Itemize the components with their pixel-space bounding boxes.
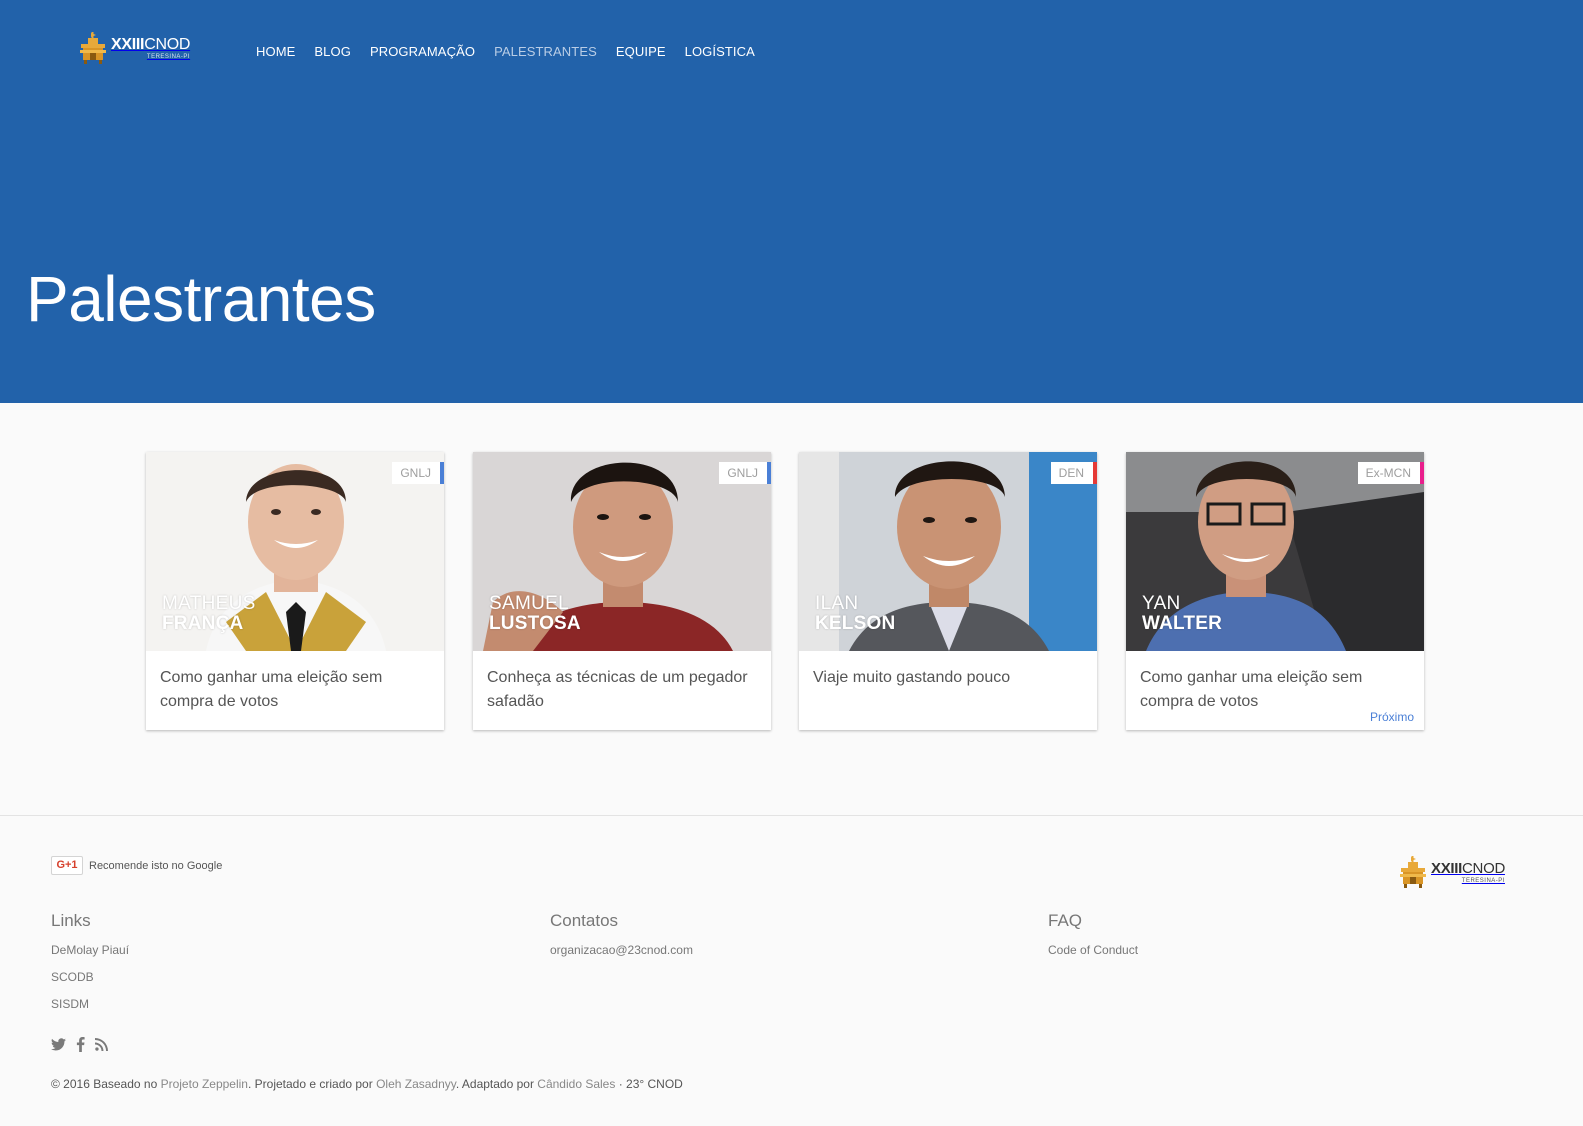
speaker-name: YAN WALTER — [1142, 593, 1223, 634]
twitter-icon[interactable] — [51, 1038, 66, 1051]
footer-column-title: FAQ — [1048, 911, 1083, 930]
link-candido-sales[interactable]: Cândido Sales — [537, 1077, 615, 1091]
speaker-talk: Como ganhar uma eleição sem compra de vo… — [1140, 669, 1363, 710]
link-projeto-zeppelin[interactable]: Projeto Zeppelin — [161, 1077, 248, 1091]
footer-link-code-of-conduct[interactable]: Code of Conduct — [1048, 943, 1138, 957]
footer-logo[interactable]: XXIIICNOD TERESINA-PI — [1398, 854, 1505, 890]
footer-link-demolay[interactable]: DeMolay Piauí — [51, 943, 129, 957]
footer-link-email[interactable]: organizacao@23cnod.com — [550, 943, 693, 957]
speaker-name: SAMUEL LUSTOSA — [489, 593, 581, 634]
page-title: Palestrantes — [26, 263, 376, 335]
google-plus-button[interactable]: G+1 — [51, 856, 83, 875]
footer-column-faq: FAQ Code of Conduct — [1048, 911, 1138, 970]
logo-title: XXIIICNOD — [111, 35, 191, 53]
speaker-talk: Como ganhar uma eleição sem compra de vo… — [160, 669, 383, 710]
footer-column-title: Contatos — [550, 911, 619, 930]
rss-icon[interactable] — [95, 1038, 108, 1051]
speaker-talk: Conheça as técnicas de um pegador safadã… — [487, 669, 748, 710]
next-link[interactable]: Próximo — [1370, 710, 1414, 724]
speaker-badge: GNLJ — [719, 462, 771, 484]
speaker-talk: Viaje muito gastando pouco — [813, 669, 1011, 686]
speaker-card[interactable]: GNLJ SAMUEL LUSTOSA Conheça as técnicas … — [473, 452, 771, 730]
speaker-name: ILAN KELSON — [815, 593, 896, 634]
speaker-card[interactable]: GNLJ MATHEUS FRANÇA Como ganhar uma elei… — [146, 452, 444, 730]
speaker-badge: DEN — [1050, 462, 1097, 484]
castle-logo-icon — [78, 30, 108, 66]
footer-column-title: Links — [51, 911, 91, 930]
nav-logistica[interactable]: LOGÍSTICA — [685, 44, 755, 59]
copyright: © 2016 Baseado no Projeto Zeppelin. Proj… — [51, 1077, 683, 1091]
speaker-card[interactable]: Ex-MCN YAN WALTER Como ganhar uma eleiçã… — [1126, 452, 1424, 730]
nav-programacao[interactable]: PROGRAMAÇÃO — [370, 44, 475, 59]
footer-column-contacts: Contatos organizacao@23cnod.com — [550, 911, 693, 970]
speaker-badge: GNLJ — [392, 462, 444, 484]
footer-divider — [0, 815, 1583, 816]
nav-palestrantes[interactable]: PALESTRANTES — [494, 44, 597, 59]
facebook-icon[interactable] — [76, 1037, 85, 1052]
google-plus-recommend: G+1 Recomende isto no Google — [51, 856, 222, 875]
footer-link-scodb[interactable]: SCODB — [51, 970, 129, 984]
site-logo[interactable]: XXIIICNOD TERESINA-PI — [78, 28, 190, 68]
nav-blog[interactable]: BLOG — [314, 44, 351, 59]
speaker-badge: Ex-MCN — [1357, 462, 1424, 484]
hero-header: XXIIICNOD TERESINA-PI HOME BLOG PROGRAMA… — [0, 0, 1583, 403]
footer-link-sisdm[interactable]: SISDM — [51, 997, 129, 1011]
google-plus-label: Recomende isto no Google — [89, 859, 223, 872]
link-oleh-zasadnyy[interactable]: Oleh Zasadnyy — [376, 1077, 456, 1091]
nav-home[interactable]: HOME — [256, 44, 295, 59]
nav-equipe[interactable]: EQUIPE — [616, 44, 666, 59]
castle-logo-icon — [1398, 854, 1428, 890]
main-nav: HOME BLOG PROGRAMAÇÃO PALESTRANTES EQUIP… — [256, 44, 774, 59]
footer-column-links: Links DeMolay Piauí SCODB SISDM — [51, 911, 129, 1024]
speaker-card[interactable]: DEN ILAN KELSON Viaje muito gastando pou… — [799, 452, 1097, 730]
logo-title: XXIIICNOD — [1431, 859, 1505, 877]
logo-subtitle: TERESINA-PI — [1461, 877, 1505, 884]
speaker-name: MATHEUS FRANÇA — [162, 593, 256, 634]
logo-subtitle: TERESINA-PI — [146, 53, 191, 60]
social-links — [51, 1037, 118, 1052]
